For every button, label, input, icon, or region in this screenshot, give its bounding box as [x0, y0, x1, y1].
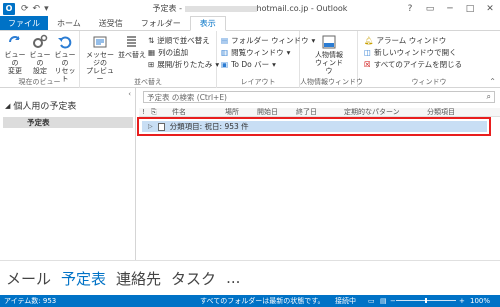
zoom-slider[interactable]	[396, 298, 456, 303]
tab-home[interactable]: ホーム	[48, 16, 90, 30]
chevron-down-icon: ▾	[286, 48, 291, 57]
arrange-by-button[interactable]: 並べ替え	[118, 34, 146, 59]
window-controls: ? ▭ ─ □ ✕	[400, 0, 500, 17]
open-new-window-button[interactable]: ◫ 新しいウィンドウで開く	[364, 47, 457, 58]
maximize-button[interactable]: □	[460, 0, 480, 17]
nav-people[interactable]: 連絡先	[116, 268, 161, 289]
group-arrangement: メッセージの プレビュー 並べ替え ⇅ 逆順で並べ替え ▦ 列の追加 ⊞ 展開/折りた…	[80, 31, 219, 88]
minimize-button[interactable]: ─	[440, 0, 460, 17]
group-layout: ▤ フォルダー ウィンドウ ▾ ▥ 閲覧ウィンドウ ▾ ▣ To Do バー ▾ レイアウト	[217, 31, 315, 88]
normal-view-icon[interactable]: ▭	[368, 297, 375, 305]
bell-icon: 🔔︎	[364, 36, 374, 45]
reminders-window-button[interactable]: 🔔︎ アラーム ウィンドウ	[364, 35, 446, 46]
calendar-list-view: 予定表 の検索 (Ctrl+E) ⌕ ! ⎘ 件名 場所 開始日 終了日 定期的…	[137, 88, 500, 260]
folder-pane-icon: ▤	[221, 36, 229, 45]
people-pane-icon	[321, 34, 337, 50]
reset-view-button[interactable]: ビューの リセット	[52, 34, 78, 83]
attachment-column-header[interactable]: ⎘	[151, 108, 157, 117]
folder-pane: ‹ ◢ 個人用の予定表 予定表	[0, 88, 136, 260]
qat-dropdown-icon[interactable]: ▾	[44, 4, 49, 14]
close-button[interactable]: ✕	[480, 0, 500, 17]
add-columns-icon: ▦	[148, 48, 156, 57]
group-people-pane: 人物情報 ウィンドウ 人物情報ウィンドウ	[300, 31, 363, 88]
message-preview-icon	[92, 34, 108, 50]
arrange-by-icon	[124, 34, 140, 50]
reset-icon	[57, 34, 73, 50]
zoom-level[interactable]: 100%	[470, 297, 490, 305]
group-window: 🔔︎ アラーム ウィンドウ ◫ 新しいウィンドウで開く ☒ すべてのアイテムを閉じる …	[364, 35, 496, 86]
todo-bar-icon: ▣	[221, 60, 229, 69]
status-bar: アイテム数: 953 すべてのフォルダーは最新の状態です。 接続中 ▭ ▤ − …	[0, 295, 500, 307]
view-settings-button[interactable]: ビューの 設定	[27, 34, 53, 75]
nav-calendar[interactable]: 予定表	[61, 268, 106, 289]
change-view-button[interactable]: ビューの 変更	[2, 34, 28, 75]
close-all-items-button[interactable]: ☒ すべてのアイテムを閉じる	[364, 59, 462, 70]
column-location[interactable]: 場所	[225, 107, 239, 117]
reading-pane-button[interactable]: ▥ 閲覧ウィンドウ ▾	[221, 47, 290, 58]
redacted-email	[184, 5, 257, 12]
expand-collapse-button[interactable]: ⊞ 展開/折りたたみ ▾	[148, 59, 219, 70]
connection-status: 接続中	[335, 297, 356, 305]
item-count: アイテム数: 953	[4, 297, 57, 305]
change-view-icon	[7, 34, 23, 50]
column-category[interactable]: 分類項目	[427, 107, 455, 117]
new-window-icon: ◫	[364, 48, 372, 57]
help-button[interactable]: ?	[400, 0, 420, 17]
my-calendars-header[interactable]: ◢ 個人用の予定表	[5, 99, 76, 113]
send-receive-icon[interactable]: ⟳	[21, 4, 29, 14]
ribbon-display-options-button[interactable]: ▭	[420, 0, 440, 17]
title-bar: O ⟳ ↶ ▾ 予定表 - hotmail.co.jp - Outlook ? …	[0, 0, 500, 17]
zoom-slider-knob[interactable]	[425, 298, 427, 303]
reverse-sort-icon: ⇅	[148, 36, 155, 45]
close-all-icon: ☒	[364, 60, 371, 69]
add-columns-button[interactable]: ▦ 列の追加	[148, 47, 188, 58]
chevron-down-icon: ▾	[272, 60, 276, 69]
column-recurrence[interactable]: 定期的なパターン	[344, 107, 400, 117]
calendar-item[interactable]: 予定表	[3, 117, 133, 128]
search-icon[interactable]: ⌕	[487, 92, 491, 102]
navigation-bar: メール 予定表 連絡先 タスク ...	[0, 260, 500, 295]
column-subject[interactable]: 件名	[172, 107, 186, 117]
chevron-down-icon: ◢	[5, 101, 11, 110]
undo-icon[interactable]: ↶	[33, 4, 41, 14]
tab-view[interactable]: 表示	[189, 16, 226, 31]
nav-more[interactable]: ...	[226, 269, 240, 287]
people-pane-button[interactable]: 人物情報 ウィンドウ	[312, 34, 346, 75]
group-header-row[interactable]: ▷ 分類項目: 祝日: 953 件	[142, 121, 487, 132]
quick-access-toolbar: ⟳ ↶ ▾	[21, 4, 49, 14]
outlook-logo-icon: O	[3, 2, 15, 15]
collapse-ribbon-icon[interactable]: ⌃	[489, 77, 496, 86]
tab-send-receive[interactable]: 送受信	[90, 16, 132, 30]
column-header-row: ! ⎘ 件名 場所 開始日 終了日 定期的なパターン 分類項目	[139, 108, 500, 117]
expand-collapse-icon: ⊞	[148, 60, 155, 69]
todo-bar-button[interactable]: ▣ To Do バー ▾	[221, 59, 276, 70]
sync-status: すべてのフォルダーは最新の状態です。	[200, 297, 325, 305]
nav-tasks[interactable]: タスク	[171, 268, 216, 289]
zoom-in-icon[interactable]: +	[459, 297, 465, 305]
expand-arrow-icon[interactable]: ▷	[148, 123, 153, 130]
search-input[interactable]: 予定表 の検索 (Ctrl+E) ⌕	[143, 91, 495, 103]
message-preview-button[interactable]: メッセージの プレビュー	[83, 34, 117, 83]
ribbon-tabs: ファイル ホーム 送受信 フォルダー 表示	[0, 16, 500, 31]
outlook-window: O ⟳ ↶ ▾ 予定表 - hotmail.co.jp - Outlook ? …	[0, 0, 500, 307]
reading-pane-icon: ▥	[221, 48, 229, 57]
reading-view-icon[interactable]: ▤	[380, 297, 387, 305]
gear-icon	[32, 34, 48, 50]
ribbon: ビューの 変更 ビューの 設定 ビューの リセット 現在のビュー メッセージの …	[0, 31, 500, 88]
zoom-out-icon[interactable]: −	[390, 297, 396, 305]
collapse-pane-icon[interactable]: ‹	[128, 90, 131, 98]
icon-column-header[interactable]: !	[142, 108, 145, 116]
column-end[interactable]: 終了日	[296, 107, 317, 117]
column-start[interactable]: 開始日	[257, 107, 278, 117]
checkbox-icon[interactable]	[157, 122, 165, 131]
tab-file[interactable]: ファイル	[0, 16, 48, 30]
reverse-sort-button[interactable]: ⇅ 逆順で並べ替え	[148, 35, 210, 46]
group-current-view: ビューの 変更 ビューの 設定 ビューの リセット 現在のビュー	[0, 31, 80, 88]
tab-folder[interactable]: フォルダー	[132, 16, 190, 30]
nav-mail[interactable]: メール	[6, 268, 51, 289]
